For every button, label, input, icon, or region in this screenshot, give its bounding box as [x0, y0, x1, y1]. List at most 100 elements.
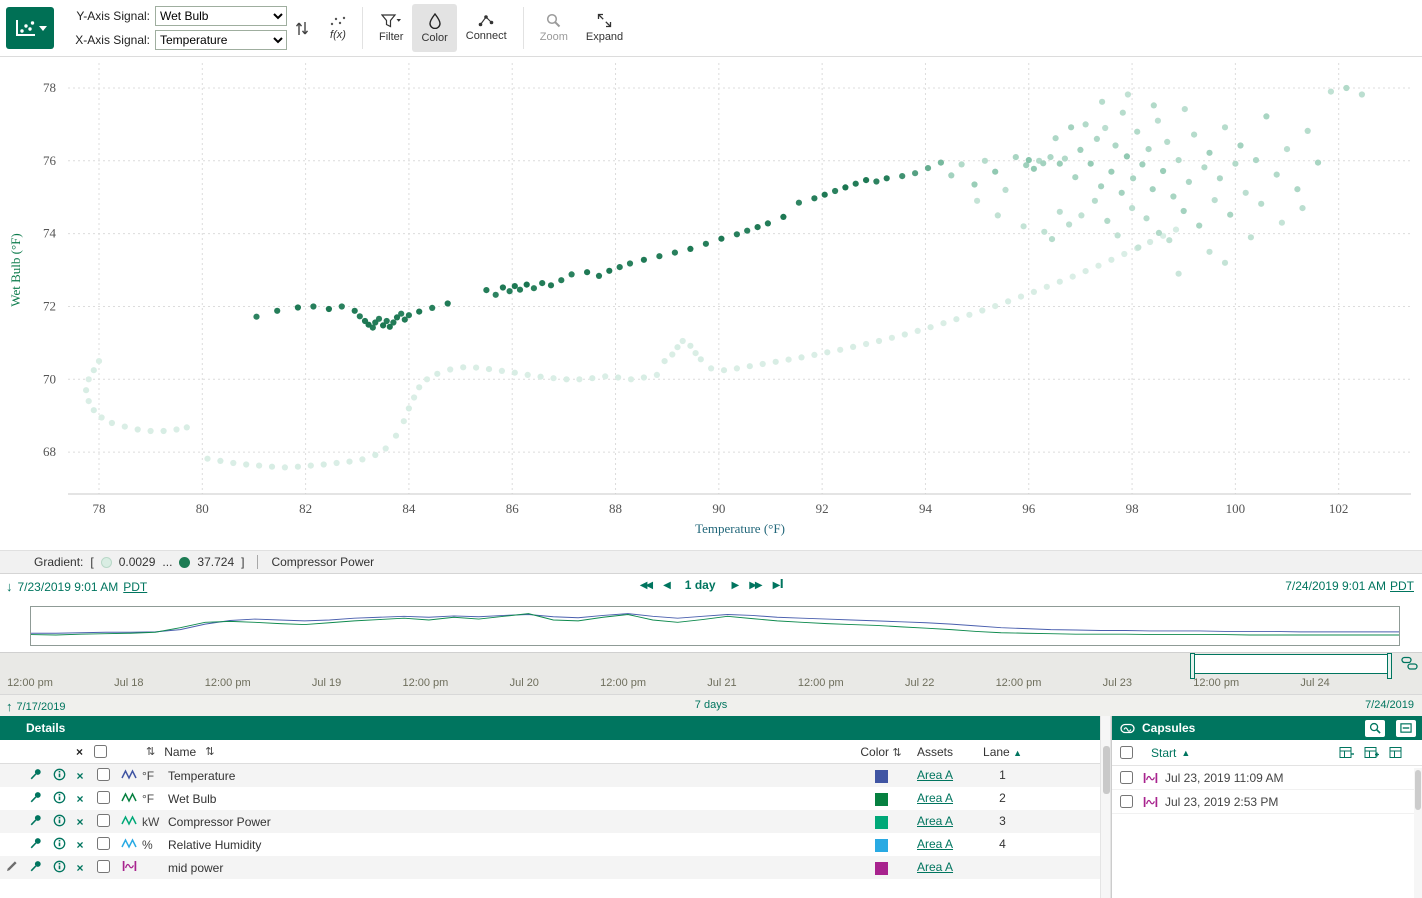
- step-forward-icon[interactable]: ▶: [731, 580, 737, 591]
- svg-text:68: 68: [43, 444, 56, 459]
- x-axis-label: X-Axis Signal:: [64, 33, 150, 47]
- selection-left-handle[interactable]: [1190, 653, 1195, 679]
- color-swatch[interactable]: [875, 770, 888, 783]
- pin-icon[interactable]: [24, 768, 48, 783]
- start-column-header[interactable]: Start: [1151, 746, 1176, 760]
- fx-button[interactable]: f(x): [321, 4, 355, 52]
- swap-axes-button[interactable]: [293, 18, 311, 39]
- pin-icon[interactable]: [24, 791, 48, 806]
- asset-link[interactable]: Area A: [917, 768, 953, 782]
- unit-label: %: [142, 838, 168, 852]
- sort-name-icon[interactable]: ⇅: [205, 745, 214, 758]
- table-row[interactable]: ×°FWet BulbArea A2: [0, 787, 1100, 810]
- color-column-header[interactable]: Color: [860, 745, 889, 759]
- timezone-link[interactable]: PDT: [1390, 579, 1414, 593]
- step-back-icon[interactable]: ◀: [663, 580, 669, 591]
- y-axis-signal-select[interactable]: Wet Bulb: [155, 6, 287, 26]
- remove-icon[interactable]: ×: [70, 815, 90, 829]
- row-checkbox[interactable]: [97, 814, 110, 827]
- capsules-collapse-button[interactable]: [1396, 720, 1416, 737]
- time-selection[interactable]: [1192, 654, 1390, 674]
- pin-icon[interactable]: [24, 860, 48, 875]
- asset-link[interactable]: Area A: [917, 860, 953, 874]
- info-icon[interactable]: [48, 814, 70, 830]
- asset-link[interactable]: Area A: [917, 814, 953, 828]
- info-icon[interactable]: [48, 791, 70, 807]
- display-range-start[interactable]: 7/23/2019 9:01 AM: [18, 580, 119, 594]
- capsule-checkbox[interactable]: [1120, 771, 1133, 784]
- capsules-search-button[interactable]: [1365, 720, 1385, 737]
- step-to-end-icon[interactable]: ▶: [773, 579, 783, 591]
- row-checkbox[interactable]: [97, 860, 110, 873]
- pin-icon[interactable]: [24, 837, 48, 852]
- row-checkbox[interactable]: [97, 768, 110, 781]
- sort-ascending-icon: ▲: [1013, 748, 1022, 758]
- scatter-plot-area[interactable]: 6870727476787880828486889092949698100102…: [0, 57, 1422, 550]
- remove-icon[interactable]: ×: [70, 861, 90, 875]
- remove-all-icon[interactable]: ×: [76, 745, 83, 759]
- investigate-range-start[interactable]: 7/17/2019: [17, 701, 66, 713]
- select-all-checkbox[interactable]: [94, 745, 107, 758]
- color-swatch[interactable]: [875, 839, 888, 852]
- sort-color-icon[interactable]: ⇅: [892, 747, 901, 759]
- timezone-link[interactable]: PDT: [123, 580, 147, 594]
- investigate-range-end[interactable]: 7/24/2019: [1365, 699, 1414, 711]
- remove-icon[interactable]: ×: [70, 792, 90, 806]
- color-swatch[interactable]: [875, 793, 888, 806]
- table-row[interactable]: ×°FTemperatureArea A1: [0, 764, 1100, 787]
- asset-link[interactable]: Area A: [917, 837, 953, 851]
- capsules-table-header: Start ▲: [1112, 740, 1422, 766]
- row-checkbox[interactable]: [97, 837, 110, 850]
- connect-button[interactable]: Connect: [457, 4, 516, 52]
- filter-button[interactable]: Filter: [370, 4, 412, 52]
- asset-link[interactable]: Area A: [917, 791, 953, 805]
- sort-type-icon[interactable]: ⇅: [146, 745, 155, 758]
- scrollbar-thumb[interactable]: [1415, 770, 1421, 810]
- svg-text:100: 100: [1226, 501, 1246, 516]
- edit-icon[interactable]: [0, 860, 24, 875]
- color-swatch[interactable]: [875, 862, 888, 875]
- timeline-bar[interactable]: 12:00 pmJul 1812:00 pmJul 1912:00 pmJul …: [0, 652, 1422, 694]
- capsules-scrollbar[interactable]: [1414, 768, 1422, 898]
- capsule-lane-icon[interactable]: [1401, 656, 1418, 674]
- add-property-column-icon[interactable]: [1389, 746, 1404, 759]
- add-stat-column-icon[interactable]: [1364, 746, 1379, 759]
- color-swatch[interactable]: [875, 816, 888, 829]
- duration-label[interactable]: 1 day: [685, 578, 716, 592]
- assets-column-header[interactable]: Assets: [917, 745, 975, 759]
- gradient-max-dot: [179, 557, 190, 568]
- scatter-plot-tool-button[interactable]: [6, 7, 54, 49]
- gradient-max-value: 37.724: [197, 555, 234, 569]
- color-button[interactable]: Color: [412, 4, 456, 52]
- x-axis-signal-select[interactable]: Temperature: [155, 30, 287, 50]
- step-forward-large-icon[interactable]: ▶▶: [749, 580, 760, 591]
- scrollbar-thumb[interactable]: [1103, 746, 1110, 794]
- display-range-end[interactable]: 7/24/2019 9:01 AM: [1285, 579, 1386, 593]
- name-column-header[interactable]: Name: [164, 745, 196, 759]
- row-checkbox[interactable]: [97, 791, 110, 804]
- timeline-tick-label: 12:00 pm: [996, 677, 1042, 689]
- info-icon[interactable]: [48, 837, 70, 853]
- capsules-select-all-checkbox[interactable]: [1120, 746, 1133, 759]
- overview-box[interactable]: [30, 606, 1400, 646]
- table-row[interactable]: ×%Relative HumidityArea A4: [0, 833, 1100, 856]
- step-back-large-icon[interactable]: ◀◀: [640, 580, 651, 591]
- signal-icon: [116, 815, 142, 829]
- expand-button[interactable]: Expand: [577, 4, 632, 52]
- remove-icon[interactable]: ×: [70, 838, 90, 852]
- add-column-icon[interactable]: [1339, 746, 1354, 759]
- investigate-range-duration[interactable]: 7 days: [695, 699, 727, 711]
- info-icon[interactable]: [48, 768, 70, 784]
- info-icon[interactable]: [48, 860, 70, 876]
- table-row[interactable]: ×kWCompressor PowerArea A3: [0, 810, 1100, 833]
- table-row[interactable]: ×mid powerArea A: [0, 856, 1100, 879]
- capsule-row[interactable]: Jul 23, 2019 2:53 PM: [1112, 790, 1422, 814]
- remove-icon[interactable]: ×: [70, 769, 90, 783]
- lane-column-header[interactable]: Lane: [983, 745, 1010, 759]
- details-scrollbar[interactable]: [1100, 716, 1111, 898]
- selection-right-handle[interactable]: [1387, 653, 1392, 679]
- pin-icon[interactable]: [24, 814, 48, 829]
- capsule-row[interactable]: Jul 23, 2019 11:09 AM: [1112, 766, 1422, 790]
- scatter-chart: 6870727476787880828486889092949698100102…: [0, 57, 1422, 550]
- capsule-checkbox[interactable]: [1120, 795, 1133, 808]
